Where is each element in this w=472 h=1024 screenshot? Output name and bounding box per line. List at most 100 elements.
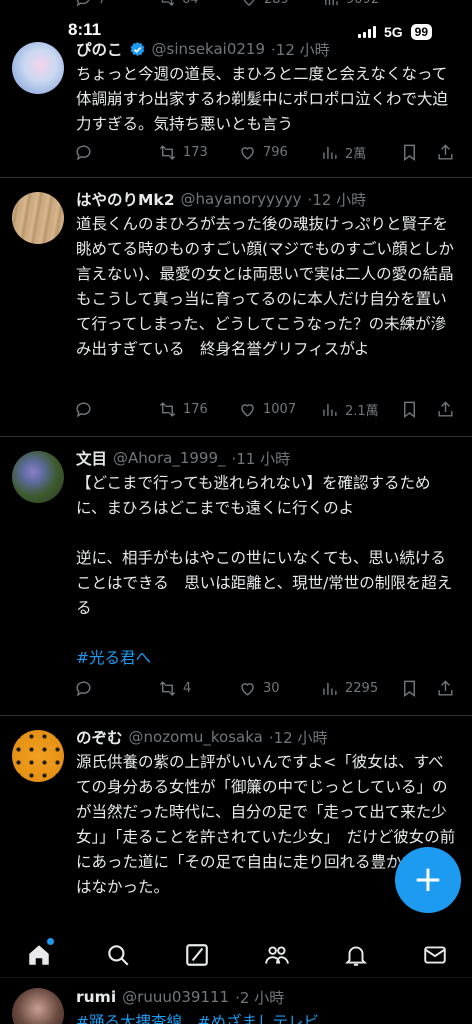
- hashtag-link[interactable]: #光る君へ: [76, 646, 458, 671]
- display-name[interactable]: ぴのこ: [76, 38, 123, 60]
- nav-communities[interactable]: [262, 940, 292, 970]
- tweet-hashtags[interactable]: #踊る大捜査線 #めざましテレビ: [76, 1010, 458, 1024]
- bookmark-icon: [404, 401, 415, 418]
- bookmark-button[interactable]: [400, 397, 419, 421]
- share-button[interactable]: [436, 397, 455, 421]
- avatar[interactable]: [12, 730, 64, 782]
- timestamp[interactable]: ·12 小時: [271, 39, 330, 60]
- search-icon: [108, 945, 129, 966]
- bell-icon: [344, 946, 368, 966]
- timestamp[interactable]: ·2 小時: [235, 987, 284, 1008]
- views-icon: [323, 146, 337, 159]
- bookmark-button[interactable]: [400, 676, 419, 700]
- tweet-header: のぞむ @nozomu_kosaka ·12 小時: [76, 726, 458, 748]
- tweet-text: ちょっと今週の道長、まひろと二度と会えなくなって体調崩すわ出家するわ剃髪中にポロ…: [76, 65, 449, 133]
- retweet-icon: [161, 0, 175, 6]
- views-button[interactable]: 2295: [320, 676, 378, 700]
- avatar[interactable]: [12, 42, 64, 94]
- retweet-button[interactable]: 176: [158, 397, 208, 421]
- reply-icon: [76, 401, 91, 417]
- nav-notifications[interactable]: [341, 940, 371, 970]
- nav-search[interactable]: [103, 940, 133, 970]
- bookmark-icon: [404, 144, 415, 161]
- reply-icon: [76, 144, 91, 160]
- retweet-count: 176: [183, 401, 208, 417]
- like-count: 289: [264, 0, 289, 7]
- views-button[interactable]: 2萬: [320, 140, 366, 164]
- nav-grok[interactable]: [182, 940, 212, 970]
- avatar[interactable]: [12, 451, 64, 503]
- share-icon: [438, 400, 453, 417]
- like-button[interactable]: 1007: [238, 397, 296, 421]
- nav-messages[interactable]: [420, 940, 450, 970]
- retweet-icon: [159, 401, 176, 417]
- views-button[interactable]: 9092: [322, 0, 379, 8]
- share-button[interactable]: [436, 140, 455, 164]
- tweet[interactable]: rumi @ruuu039111 ·2 小時 #踊る大捜査線 #めざましテレビ: [0, 978, 472, 1024]
- timestamp[interactable]: ·11 小時: [232, 448, 291, 469]
- tweet[interactable]: ぴのこ @sinsekai0219 ·12 小時 ちょっと今週の道長、まひろと二…: [0, 30, 472, 178]
- compose-button[interactable]: +: [395, 847, 461, 913]
- like-count: 796: [263, 144, 288, 160]
- display-name[interactable]: 文目: [76, 447, 107, 469]
- like-button[interactable]: 289: [240, 0, 289, 8]
- avatar[interactable]: [12, 192, 64, 244]
- communities-icon: [265, 946, 289, 964]
- display-name[interactable]: はやのりMk2: [76, 188, 175, 210]
- like-button[interactable]: 796: [238, 140, 288, 164]
- like-icon: [241, 682, 254, 696]
- avatar[interactable]: [12, 988, 64, 1024]
- reply-icon: [76, 680, 91, 696]
- tweet-header: 文目 @Ahora_1999_ ·11 小時: [76, 447, 458, 469]
- retweet-count: 64: [182, 0, 199, 7]
- like-icon: [243, 0, 255, 6]
- tweet[interactable]: はやのりMk2 @hayanoryyyyy ·12 小時 道長くんのまひろが去っ…: [0, 178, 472, 437]
- verified-badge-icon: [130, 41, 144, 56]
- bookmark-button[interactable]: [400, 140, 419, 164]
- retweet-icon: [159, 680, 176, 696]
- share-icon: [438, 679, 453, 696]
- tweet[interactable]: 文目 @Ahora_1999_ ·11 小時 【どこまで行っても逃れられない】を…: [0, 437, 472, 716]
- views-icon: [325, 0, 338, 5]
- retweet-button[interactable]: 64: [158, 0, 199, 8]
- tweet-header: rumi @ruuu039111 ·2 小時: [76, 986, 458, 1008]
- like-count: 1007: [263, 401, 297, 417]
- tweet-text: 道長くんのまひろが去った後の魂抜けっぷりと賢子を眺めてる時のものすごい顔(マジで…: [76, 215, 455, 358]
- retweet-button[interactable]: 4: [158, 676, 191, 700]
- like-button[interactable]: 30: [238, 676, 280, 700]
- reply-button[interactable]: 7: [74, 0, 106, 8]
- retweet-icon: [159, 144, 176, 160]
- reply-icon: [76, 0, 90, 7]
- reply-button[interactable]: [74, 140, 93, 164]
- retweet-button[interactable]: 173: [158, 140, 208, 164]
- views-count: 2.1萬: [345, 403, 379, 419]
- reply-button[interactable]: [74, 676, 93, 700]
- notification-dot: [47, 938, 54, 945]
- views-icon: [323, 403, 337, 416]
- bottom-nav: [0, 930, 472, 980]
- timestamp[interactable]: ·12 小時: [308, 189, 367, 210]
- views-button[interactable]: 2.1萬: [320, 397, 379, 421]
- reply-count: 7: [98, 0, 106, 7]
- mail-icon: [424, 946, 446, 964]
- display-name[interactable]: rumi: [76, 988, 116, 1006]
- retweet-count: 4: [183, 680, 192, 696]
- nav-home[interactable]: [24, 938, 54, 970]
- like-icon: [241, 403, 254, 417]
- views-icon: [323, 682, 337, 695]
- reply-button[interactable]: [74, 397, 93, 421]
- handle[interactable]: @hayanoryyyyy: [181, 190, 302, 208]
- views-count: 2萬: [345, 146, 367, 162]
- display-name[interactable]: のぞむ: [76, 726, 123, 748]
- handle[interactable]: @nozomu_kosaka: [129, 728, 263, 746]
- handle[interactable]: @ruuu039111: [122, 988, 229, 1006]
- timestamp[interactable]: ·12 小時: [269, 727, 328, 748]
- share-button[interactable]: [436, 676, 455, 700]
- views-count: 9092: [346, 0, 379, 7]
- tweet-header: はやのりMk2 @hayanoryyyyy ·12 小時: [76, 188, 458, 210]
- retweet-count: 173: [183, 144, 208, 160]
- views-count: 2295: [345, 680, 379, 696]
- handle[interactable]: @sinsekai0219: [152, 40, 266, 58]
- tweet-actions: 4 30 2295: [74, 676, 462, 700]
- handle[interactable]: @Ahora_1999_: [113, 449, 225, 467]
